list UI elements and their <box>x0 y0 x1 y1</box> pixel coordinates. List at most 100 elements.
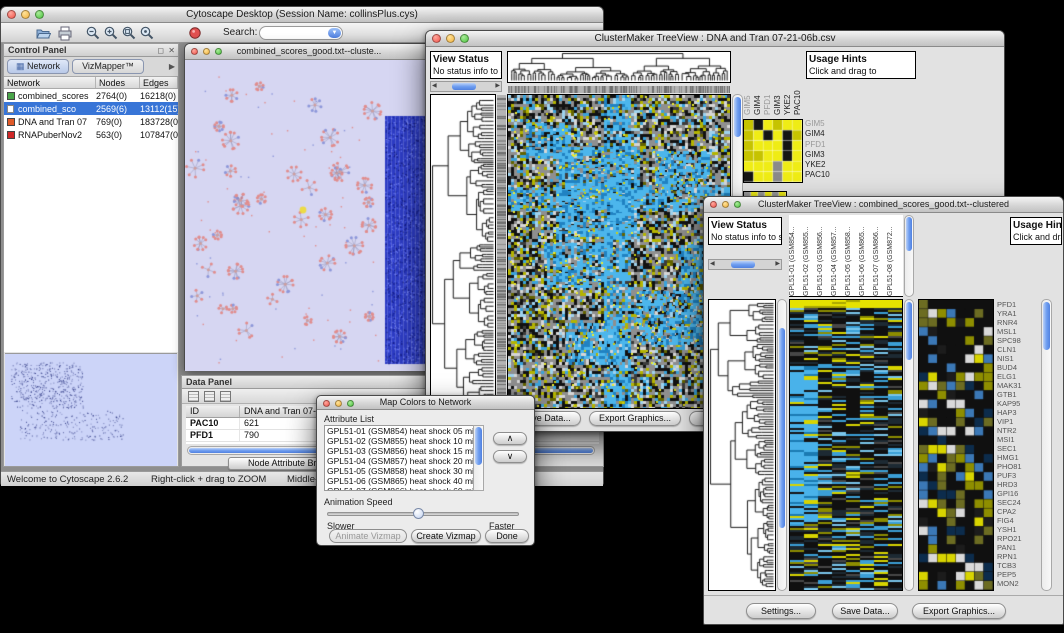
close-window-icon[interactable] <box>191 48 198 55</box>
minimize-window-icon[interactable] <box>722 201 729 208</box>
scrollbar-thumb[interactable] <box>906 302 912 360</box>
export-graphics-button[interactable]: Export Graphics... <box>589 411 681 426</box>
close-panel-icon[interactable]: ✕ <box>168 45 175 57</box>
network-row-rnapubernov2[interactable]: RNAPuberNov2 563(0) 107847(0) <box>4 128 178 141</box>
network-row-combined-sco-selected[interactable]: combined_sco 2569(6) 13112(15) <box>4 102 178 115</box>
gene-label: RNR4 <box>997 318 1039 327</box>
attribute-list-item[interactable]: GPL51-05 (GSM858) heat shock 30 min <box>325 466 483 476</box>
cytoscape-titlebar[interactable]: Cytoscape Desktop (Session Name: collins… <box>1 7 603 23</box>
print-icon[interactable] <box>57 25 73 41</box>
column-label: GPL51-08 (GSM872... <box>887 215 901 296</box>
scrollbar-thumb[interactable] <box>731 261 755 268</box>
move-up-button[interactable]: ∧ <box>493 432 527 445</box>
minimize-window-icon[interactable] <box>335 400 342 407</box>
tab-overflow-icon[interactable]: ▶ <box>169 62 175 71</box>
animate-vizmap-button[interactable]: Animate Vizmap <box>329 529 407 543</box>
scrollbar-thumb[interactable] <box>452 83 476 90</box>
attribute-list[interactable]: GPL51-01 (GSM854) heat shock 05 minGPL51… <box>324 425 484 491</box>
zoom-fit-icon[interactable] <box>121 25 137 41</box>
tab-network[interactable]: ▦ Network <box>7 59 69 74</box>
zoom-in-icon[interactable] <box>103 25 119 41</box>
zoom-window-icon[interactable] <box>215 48 222 55</box>
zoom-vscrollbar[interactable] <box>1041 299 1052 591</box>
zoom-window-icon[interactable] <box>734 201 741 208</box>
column-id[interactable]: ID <box>186 406 240 417</box>
float-panel-icon[interactable]: ◻ <box>157 45 164 57</box>
column-labels-scrollbar[interactable] <box>904 215 914 297</box>
zoom-heatmap-canvas[interactable] <box>918 299 994 591</box>
gene-label: HAP3 <box>997 408 1039 417</box>
network-row-dna-tran[interactable]: DNA and Tran 07 769(0) 183728(0) <box>4 115 178 128</box>
scrollbar-thumb[interactable] <box>734 97 741 137</box>
attribute-list-item[interactable]: GPL51-04 (GSM857) heat shock 20 min <box>325 456 483 466</box>
move-down-button[interactable]: ∨ <box>493 450 527 463</box>
close-window-icon[interactable] <box>7 10 16 19</box>
close-window-icon[interactable] <box>323 400 330 407</box>
scrollbar-thumb[interactable] <box>475 427 482 465</box>
combo-dropdown-icon[interactable]: ▼ <box>328 28 341 38</box>
scroll-left-icon[interactable]: ◀ <box>710 260 715 269</box>
zoom-selected-icon[interactable] <box>139 25 155 41</box>
network-graph-canvas[interactable] <box>185 60 433 371</box>
attribute-list-item[interactable]: GPL51-03 (GSM856) heat shock 15 min <box>325 446 483 456</box>
gene-label: GIM4 <box>805 129 845 139</box>
attribute-list-item[interactable]: GPL51-01 (GSM854) heat shock 05 min <box>325 426 483 436</box>
treeview-combined-titlebar[interactable]: ClusterMaker TreeView : combined_scores_… <box>704 197 1063 213</box>
select-attributes-icon[interactable] <box>204 391 215 402</box>
zoom-out-icon[interactable] <box>85 25 101 41</box>
attribute-list-scrollbar[interactable] <box>473 425 484 491</box>
scroll-left-icon[interactable]: ◀ <box>432 82 437 91</box>
scrollbar-thumb[interactable] <box>779 328 785 528</box>
minimize-window-icon[interactable] <box>446 34 455 43</box>
settings-button[interactable]: Settings... <box>746 603 816 619</box>
gene-dendrogram-canvas[interactable] <box>430 94 496 409</box>
dendrogram-hscrollbar[interactable]: ◀ ▶ <box>430 81 502 92</box>
zoom-window-icon[interactable] <box>347 400 354 407</box>
network-overview-canvas[interactable] <box>5 353 177 466</box>
attribute-list-item[interactable]: GPL51-06 (GSM865) heat shock 40 min <box>325 476 483 486</box>
zoom-matrix-canvas[interactable] <box>743 119 803 183</box>
network-row-combined-scores[interactable]: combined_scores 2764(0) 16218(0) <box>4 89 178 102</box>
close-window-icon[interactable] <box>432 34 441 43</box>
heatmap-vscrollbar[interactable] <box>904 299 914 591</box>
zoom-window-icon[interactable] <box>35 10 44 19</box>
save-data-button[interactable]: Save Data... <box>832 603 898 619</box>
export-graphics-button[interactable]: Export Graphics... <box>912 603 1006 619</box>
table-icon[interactable] <box>188 391 199 402</box>
close-window-icon[interactable] <box>710 201 717 208</box>
minimize-window-icon[interactable] <box>203 48 210 55</box>
column-edges[interactable]: Edges <box>140 77 178 88</box>
map-colors-titlebar[interactable]: Map Colors to Network <box>317 396 534 410</box>
search-combobox[interactable]: ▼ <box>259 26 343 40</box>
scroll-right-icon[interactable]: ▶ <box>775 260 780 269</box>
dendrogram-vscrollbar[interactable] <box>777 299 787 591</box>
scroll-right-icon[interactable]: ▶ <box>495 82 500 91</box>
column-nodes[interactable]: Nodes <box>96 77 140 88</box>
tab-vizmapper[interactable]: VizMapper™ <box>72 59 144 74</box>
gene-dendrogram-canvas[interactable] <box>708 299 776 591</box>
expression-heatmap-canvas[interactable] <box>789 299 903 591</box>
minimize-window-icon[interactable] <box>21 10 30 19</box>
treeview-dna-titlebar[interactable]: ClusterMaker TreeView : DNA and Tran 07-… <box>426 31 1004 47</box>
cell-nodes: 2764(0) <box>96 91 140 101</box>
done-button[interactable]: Done <box>485 529 529 543</box>
scrollbar-thumb[interactable] <box>906 217 912 251</box>
attribute-list-item[interactable]: GPL51-07 (GSM866) heat shock 60 min <box>325 486 483 491</box>
zoom-window-icon[interactable] <box>460 34 469 43</box>
attribute-list-item[interactable]: GPL51-02 (GSM855) heat shock 10 min <box>325 436 483 446</box>
network-table-header[interactable]: Network Nodes Edges <box>4 76 178 89</box>
matrix-icon[interactable] <box>220 391 231 402</box>
gene-label: SEC1 <box>997 444 1039 453</box>
expression-heatmap-canvas[interactable] <box>507 94 731 409</box>
array-dendrogram-canvas[interactable] <box>507 51 731 83</box>
slider-thumb[interactable] <box>413 508 424 519</box>
column-network[interactable]: Network <box>4 77 96 88</box>
create-vizmap-button[interactable]: Create Vizmap <box>411 529 481 543</box>
gene-label: GIM5 <box>805 119 845 129</box>
control-panel-header[interactable]: Control Panel ◻ ✕ <box>4 44 178 57</box>
open-session-icon[interactable] <box>35 25 51 41</box>
dendrogram-hscrollbar[interactable]: ◀ ▶ <box>708 259 782 270</box>
snapshot-icon[interactable] <box>187 25 203 41</box>
network-view-titlebar[interactable]: combined_scores_good.txt--cluste... <box>185 44 433 60</box>
scrollbar-thumb[interactable] <box>1043 302 1050 350</box>
